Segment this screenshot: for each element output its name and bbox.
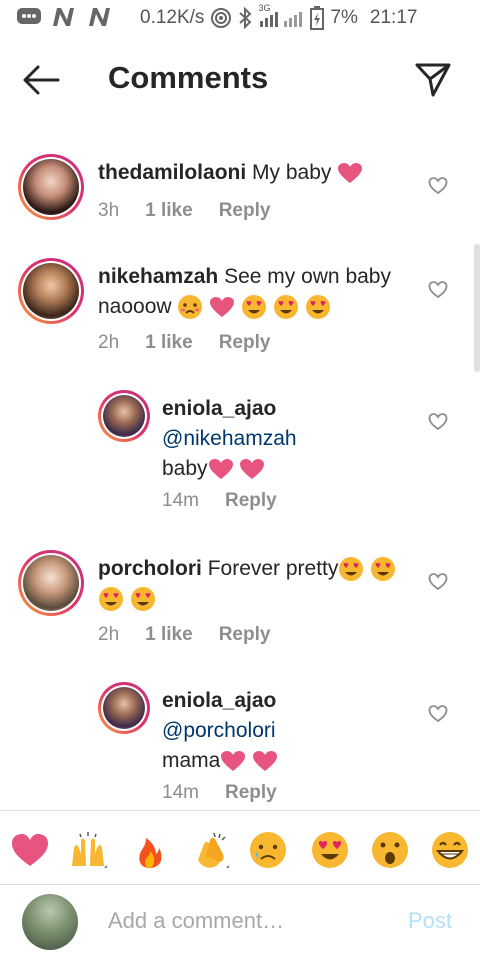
comment-username[interactable]: porcholori: [98, 557, 202, 580]
mention-link[interactable]: @nikehamzah: [162, 424, 442, 454]
notification-icons: [16, 6, 114, 28]
heart-emoji-icon: [240, 459, 265, 480]
heart-eyes-emoji-icon: [242, 295, 267, 320]
hotspot-icon: [211, 8, 232, 28]
comment-text: mama: [162, 749, 221, 772]
signal-icon: 3G: [258, 3, 304, 29]
mention-link[interactable]: @porcholori: [162, 716, 442, 746]
comment-likes[interactable]: 1 like: [145, 624, 193, 646]
comment-item: porcholori Forever pretty 2h 1 like Repl…: [0, 548, 480, 658]
heart-eyes-emoji-icon: [305, 295, 330, 320]
like-heart-icon[interactable]: [428, 176, 448, 196]
heart-emoji-icon: [338, 163, 363, 184]
chat-icon: [17, 8, 41, 24]
reply-item: eniola_ajao @nikehamzah baby 14m Reply: [0, 388, 480, 528]
heart-emoji-icon: [208, 459, 233, 480]
heart-emoji-icon: [210, 297, 235, 318]
n-icon: [89, 8, 110, 26]
reply-button[interactable]: Reply: [219, 332, 271, 354]
comment-composer: Add a comment… Post: [0, 884, 480, 960]
page-title: Comments: [108, 60, 269, 95]
comment-item: thedamilolaoni My baby 3h 1 like Reply: [0, 150, 480, 240]
reply-button[interactable]: Reply: [225, 490, 277, 512]
pleading-face-emoji-icon: [178, 295, 203, 320]
comment-time: 14m: [162, 782, 199, 803]
heart-eyes-emoji-icon: [339, 557, 364, 582]
comment-time: 2h: [98, 332, 120, 353]
avatar[interactable]: [98, 682, 150, 734]
clock: 21:17: [369, 7, 418, 28]
net-speed: 0.12K/s: [140, 7, 205, 28]
status-icons: 0.12K/s 3G 7% 21:17: [140, 3, 418, 30]
app-bar: Comments: [0, 40, 480, 120]
heart-icon[interactable]: [10, 830, 50, 870]
heart-eyes-icon[interactable]: [310, 830, 350, 870]
heart-eyes-emoji-icon: [273, 295, 298, 320]
like-heart-icon[interactable]: [428, 412, 448, 432]
comment-item: nikehamzah See my own baby naooow 2h 1 l…: [0, 256, 480, 366]
arrow-left-icon[interactable]: [22, 62, 62, 98]
comment-text: Forever pretty: [207, 557, 339, 580]
battery-level: 7%: [330, 7, 358, 28]
comment-input[interactable]: Add a comment…: [108, 908, 284, 934]
like-heart-icon[interactable]: [428, 280, 448, 300]
fire-icon[interactable]: [130, 830, 170, 870]
comment-likes[interactable]: 1 like: [145, 332, 193, 354]
crying-face-icon[interactable]: [248, 830, 288, 870]
comment-time: 3h: [98, 200, 120, 221]
avatar[interactable]: [18, 550, 84, 616]
reply-button[interactable]: Reply: [219, 200, 271, 222]
surprised-face-icon[interactable]: [370, 830, 410, 870]
paper-plane-icon[interactable]: [414, 60, 452, 98]
avatar[interactable]: [18, 154, 84, 220]
heart-eyes-emoji-icon: [99, 587, 123, 612]
avatar[interactable]: [98, 390, 150, 442]
divider: [0, 810, 480, 811]
battery-icon: [310, 6, 325, 30]
comment-text: My baby: [252, 161, 332, 184]
comment-username[interactable]: thedamilolaoni: [98, 161, 246, 184]
comment-username[interactable]: eniola_ajao: [162, 394, 442, 424]
reply-button[interactable]: Reply: [219, 624, 271, 646]
post-button[interactable]: Post: [408, 908, 452, 934]
status-bar: 0.12K/s 3G 7% 21:17: [0, 0, 480, 36]
raised-hands-icon[interactable]: [68, 830, 108, 870]
comment-time: 14m: [162, 490, 199, 511]
reply-button[interactable]: Reply: [225, 782, 277, 804]
heart-eyes-emoji-icon: [371, 557, 396, 582]
bluetooth-icon: [239, 7, 252, 29]
heart-emoji-icon: [253, 751, 278, 772]
comment-text: baby: [162, 457, 208, 480]
like-heart-icon[interactable]: [428, 572, 448, 592]
comment-likes[interactable]: 1 like: [145, 200, 193, 222]
comment-username[interactable]: eniola_ajao: [162, 686, 442, 716]
comment-time: 2h: [98, 624, 120, 645]
n-icon: [53, 8, 74, 26]
avatar[interactable]: [18, 258, 84, 324]
grinning-face-icon[interactable]: [430, 830, 470, 870]
clapping-hands-icon[interactable]: [190, 830, 230, 870]
heart-emoji-icon: [221, 751, 246, 772]
avatar: [22, 894, 78, 950]
reply-item: eniola_ajao @porcholori mama 14m Reply: [0, 680, 480, 810]
emoji-quick-bar: [0, 812, 480, 884]
like-heart-icon[interactable]: [428, 704, 448, 724]
heart-eyes-emoji-icon: [130, 587, 155, 612]
comment-username[interactable]: nikehamzah: [98, 265, 218, 288]
